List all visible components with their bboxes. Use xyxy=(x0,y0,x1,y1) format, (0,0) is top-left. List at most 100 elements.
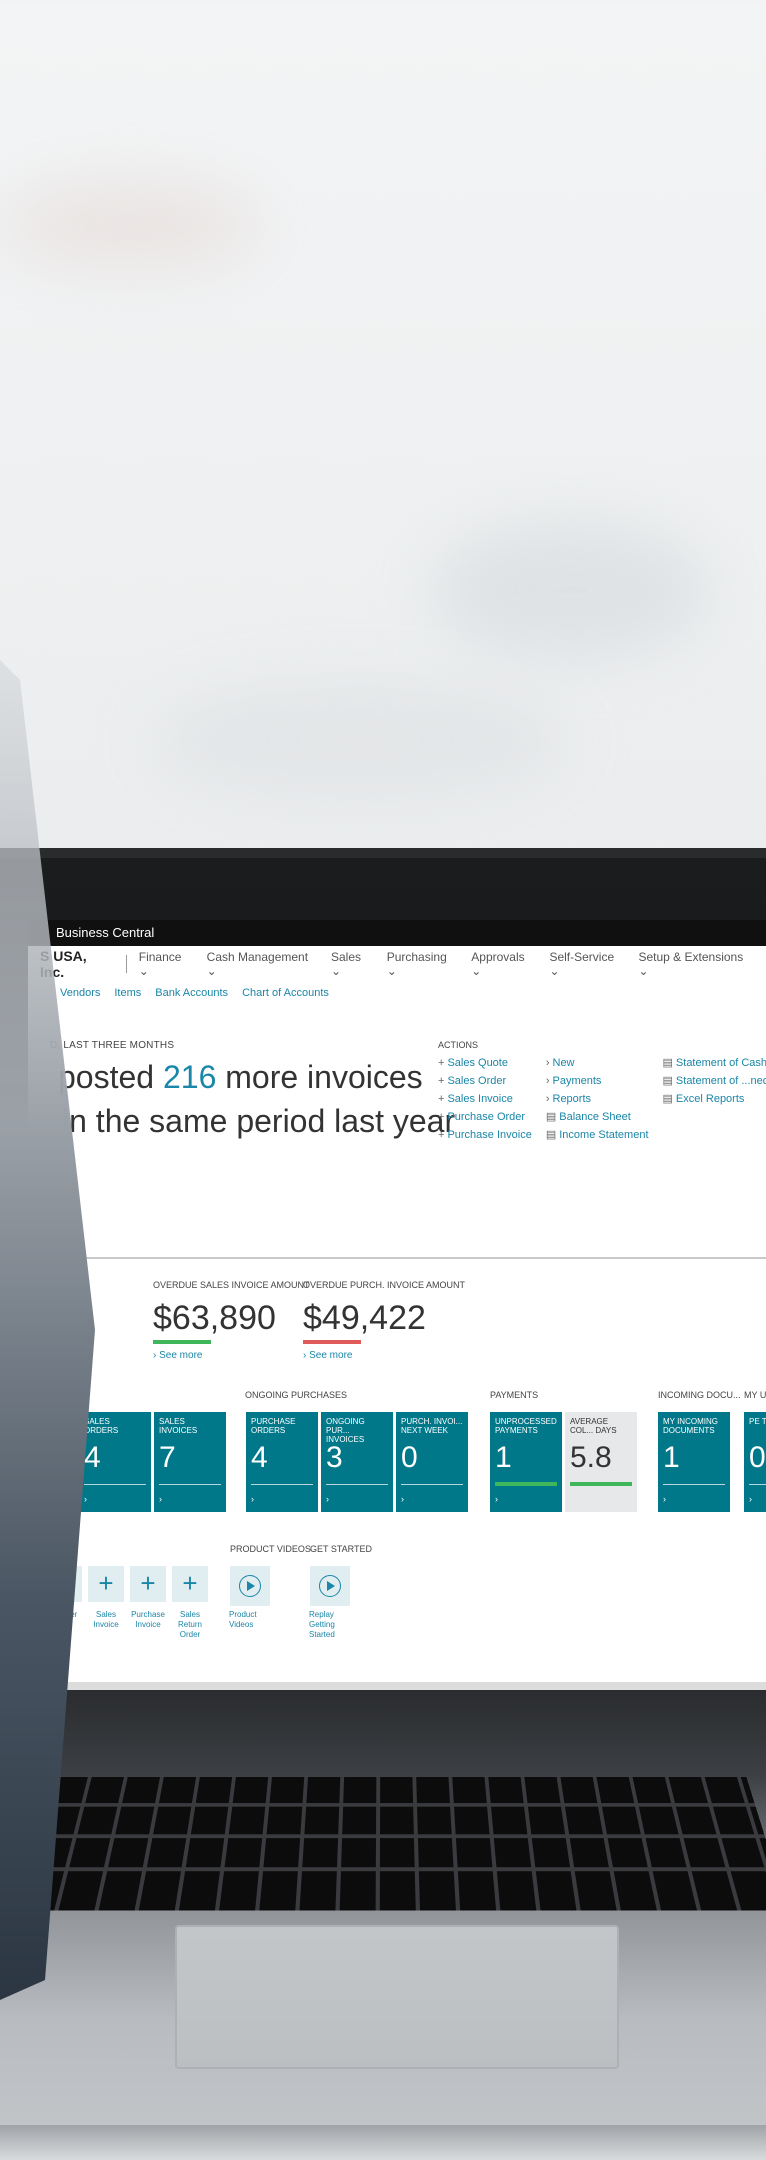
tile-value: 4 xyxy=(251,1441,268,1474)
group-payments: PAYMENTS xyxy=(490,1390,539,1400)
screen-bottom-edge xyxy=(28,1682,766,1690)
cue-tile-my-incoming-documents[interactable]: MY INCOMING DOCUMENTS 1 › xyxy=(658,1412,730,1512)
shortcut-label: Sales Return Order xyxy=(177,1610,202,1639)
tile-label: ONGOING PUR... INVOICES xyxy=(326,1417,365,1444)
plus-icon: + xyxy=(438,1075,445,1087)
tile-value: 5.8 xyxy=(570,1441,612,1474)
laptop-screen: Business Central S USA, Inc. Finance ⌄ C… xyxy=(28,920,766,1690)
kpi-value: $63,890 xyxy=(153,1299,276,1337)
cue-tile-sales-invoices[interactable]: SALES INVOICES 7 › xyxy=(154,1412,226,1512)
nav-setup-extensions[interactable]: Setup & Extensions ⌄ xyxy=(638,950,752,978)
tile-label: UNPROCESSED PAYMENTS xyxy=(495,1417,557,1435)
tile-value: 7 xyxy=(159,1441,176,1474)
chevron-right-icon: › xyxy=(401,1494,404,1504)
report-icon: ▤ xyxy=(662,1075,673,1087)
action-sales-invoice[interactable]: + Sales Invoice xyxy=(438,1090,532,1108)
subnav-chart-of-accounts[interactable]: Chart of Accounts xyxy=(242,987,329,999)
nav-self-service[interactable]: Self-Service ⌄ xyxy=(549,950,624,978)
cue-tile-purch-invoices-next-week[interactable]: PURCH. INVOI... NEXT WEEK 0 › xyxy=(396,1412,468,1512)
chevron-right-icon: › xyxy=(545,1093,550,1105)
product-videos-tile[interactable] xyxy=(230,1566,270,1606)
actions-panel: ACTIONS + Sales Quote + Sales Order + Sales… xyxy=(438,1040,766,1144)
group-product-videos: PRODUCT VIDEOS xyxy=(230,1544,311,1554)
action-new[interactable]: › New xyxy=(546,1054,649,1072)
plus-icon[interactable]: + xyxy=(130,1566,166,1602)
actions-column-new: + Sales Quote + Sales Order + Sales Invoice… xyxy=(438,1054,532,1144)
kpi-label: OVERDUE PURCH. INVOICE AMOUNT xyxy=(303,1280,466,1290)
plus-icon: + xyxy=(438,1129,445,1141)
plus-icon[interactable]: + xyxy=(172,1566,208,1602)
action-balance-sheet[interactable]: ▤ Balance Sheet xyxy=(546,1108,649,1126)
nav-finance[interactable]: Finance ⌄ xyxy=(139,950,193,978)
group-ongoing-purchases: ONGOING PURCHASES xyxy=(245,1390,348,1400)
kpi-overdue-purchases[interactable]: OVERDUE PURCH. INVOICE AMOUNT $49,422 › … xyxy=(303,1280,466,1361)
tile-value: 3 xyxy=(326,1441,343,1474)
subnav-bank-accounts[interactable]: Bank Accounts xyxy=(155,987,228,999)
video-label: Replay Getting Started xyxy=(309,1610,335,1639)
nav-approvals[interactable]: Approvals ⌄ xyxy=(471,950,535,978)
chevron-right-icon: › xyxy=(495,1494,498,1504)
laptop-keyboard xyxy=(0,1776,766,1911)
action-payments[interactable]: › Payments xyxy=(546,1072,649,1090)
action-statement-retained-earnings[interactable]: ▤Statement of ...ned Earnings xyxy=(663,1072,766,1090)
play-icon xyxy=(319,1575,341,1597)
tile-value: 0 xyxy=(401,1441,418,1474)
report-icon: ▤ xyxy=(662,1057,673,1069)
tile-label: AVERAGE COL... DAYS xyxy=(570,1417,617,1435)
decorative-chevron-overlay xyxy=(0,660,95,2000)
cue-tile-average-collection-days[interactable]: AVERAGE COL... DAYS 5.8 xyxy=(565,1412,637,1512)
cue-tile-partial[interactable]: PE TA 0 › xyxy=(744,1412,766,1512)
chevron-shape xyxy=(0,660,95,2000)
cue-tile-unprocessed-payments[interactable]: UNPROCESSED PAYMENTS 1 › xyxy=(490,1412,562,1512)
action-purchase-invoice[interactable]: + Purchase Invoice xyxy=(438,1126,532,1144)
app-title-bar: Business Central xyxy=(28,920,766,946)
chevron-right-icon: › xyxy=(545,1057,550,1069)
play-icon xyxy=(239,1575,261,1597)
tile-value: 0 xyxy=(749,1441,766,1474)
action-statement-cash-flows[interactable]: ▤Statement of Cash Flows xyxy=(663,1054,766,1072)
kpi-overdue-sales[interactable]: OVERDUE SALES INVOICE AMOUNT $63,890 › S… xyxy=(153,1280,310,1361)
actions-column-reports: ▤Statement of Cash Flows ▤Statement of .… xyxy=(663,1054,766,1144)
tile-label: MY INCOMING DOCUMENTS xyxy=(663,1417,718,1435)
headline-number: 216 xyxy=(162,1059,217,1095)
kpi-indicator-bar xyxy=(153,1340,211,1344)
laptop-trackpad xyxy=(175,1925,619,2069)
section-divider xyxy=(28,1257,766,1259)
subnav-items[interactable]: Items xyxy=(114,987,141,999)
action-sales-order[interactable]: + Sales Order xyxy=(438,1072,532,1090)
plus-icon: + xyxy=(438,1057,445,1069)
nav-purchasing[interactable]: Purchasing ⌄ xyxy=(387,950,458,978)
plus-icon: + xyxy=(438,1111,445,1123)
shortcut-row: PRODUCT VIDEOS GET STARTED + les rder + … xyxy=(28,1540,766,1690)
sub-navigation: Vendors Items Bank Accounts Chart of Acc… xyxy=(28,982,766,1004)
background-blur xyxy=(150,680,570,800)
cue-tile-ongoing-purchase-invoices[interactable]: ONGOING PUR... INVOICES 3 › xyxy=(321,1412,393,1512)
kpi-value: $49,422 xyxy=(303,1299,426,1337)
chevron-right-icon: › xyxy=(159,1494,162,1504)
action-income-statement[interactable]: ▤ Income Statement xyxy=(546,1126,649,1144)
video-label: Product Videos xyxy=(229,1610,257,1629)
report-icon: ▤ xyxy=(545,1111,557,1123)
action-reports[interactable]: › Reports xyxy=(546,1090,649,1108)
action-excel-reports[interactable]: ▤ Excel Reports xyxy=(663,1090,766,1108)
top-navigation: S USA, Inc. Finance ⌄ Cash Management ⌄ … xyxy=(28,946,766,982)
tile-label: PE TA xyxy=(749,1417,766,1426)
chevron-right-icon: › xyxy=(251,1494,254,1504)
nav-cash-management[interactable]: Cash Management ⌄ xyxy=(207,950,317,978)
nav-sales[interactable]: Sales ⌄ xyxy=(331,950,373,978)
kpi-label: OVERDUE SALES INVOICE AMOUNT xyxy=(153,1280,310,1290)
report-icon: ▤ xyxy=(662,1093,673,1105)
laptop-lid-edge xyxy=(0,848,766,858)
kpi-row: OVERDUE SALES INVOICE AMOUNT $63,890 › S… xyxy=(153,1280,466,1361)
see-more-link[interactable]: › See more xyxy=(303,1350,453,1361)
cue-tile-purchase-orders[interactable]: PURCHASE ORDERS 4 › xyxy=(246,1412,318,1512)
see-more-link[interactable]: › See more xyxy=(153,1350,303,1361)
tile-label: SALES INVOICES xyxy=(159,1417,198,1435)
group-get-started: GET STARTED xyxy=(310,1544,373,1554)
action-purchase-order[interactable]: + Purchase Order xyxy=(438,1108,532,1126)
action-sales-quote[interactable]: + Sales Quote xyxy=(438,1054,532,1072)
cue-tiles: ONGOING PURCHASES PAYMENTS INCOMING DOCU… xyxy=(28,1390,766,1550)
kpi-indicator-bar xyxy=(303,1340,361,1344)
replay-getting-started-tile[interactable] xyxy=(310,1566,350,1606)
shortcut-label: Purchase Invoice xyxy=(131,1610,165,1629)
